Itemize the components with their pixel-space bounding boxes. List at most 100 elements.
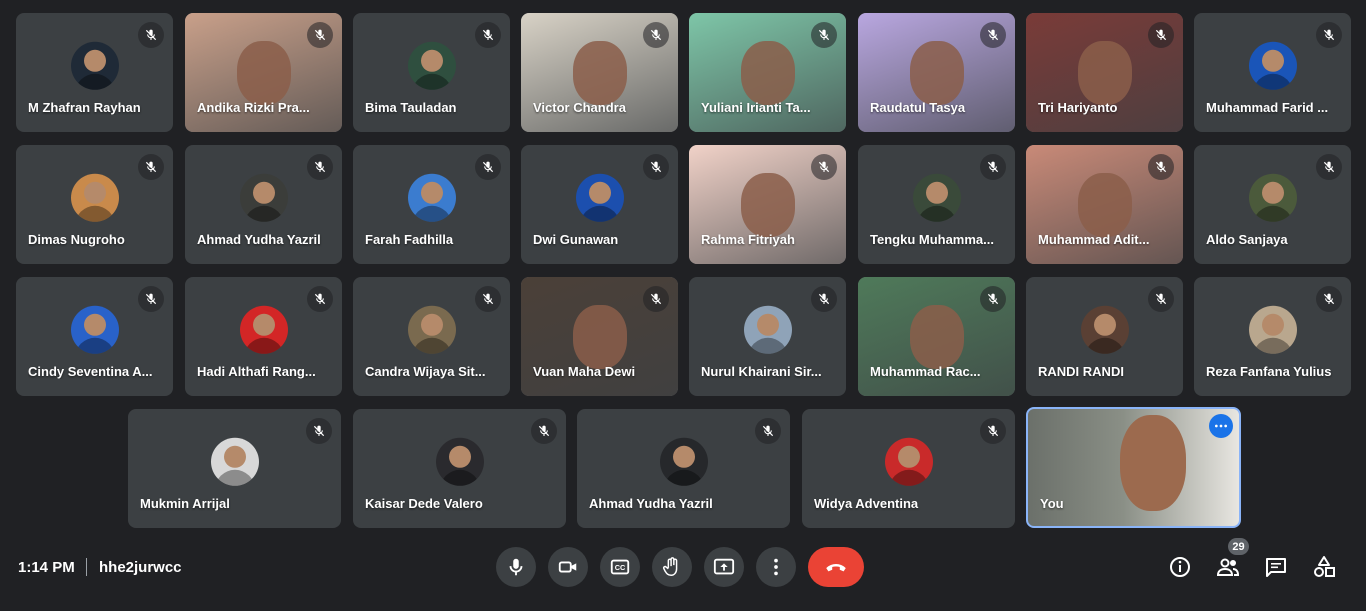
- participant-avatar: [1080, 305, 1129, 354]
- participant-name: Victor Chandra: [533, 100, 626, 115]
- muted-mic-icon: [643, 154, 669, 180]
- participant-tile[interactable]: RANDI RANDI: [1026, 277, 1183, 396]
- participant-tile[interactable]: Bima Tauladan: [353, 13, 510, 132]
- muted-mic-icon: [1148, 286, 1174, 312]
- meeting-details-button[interactable]: [1167, 554, 1193, 580]
- bottom-bar: 1:14 PM hhe2jurwcc CC 29: [0, 538, 1366, 611]
- participant-tile[interactable]: Rahma Fitriyah: [689, 145, 846, 264]
- chat-button[interactable]: [1263, 554, 1289, 580]
- participant-tile[interactable]: Muhammad Rac...: [858, 277, 1015, 396]
- participant-name: Ahmad Yudha Yazril: [197, 232, 321, 247]
- participant-grid: M Zhafran Rayhan Andika Rizki Pra... Bima …: [0, 0, 1366, 540]
- participant-face: [740, 172, 795, 237]
- participant-tile[interactable]: Tri Hariyanto: [1026, 13, 1183, 132]
- participant-face: [1077, 172, 1132, 237]
- participant-tile[interactable]: Dimas Nugroho: [16, 145, 173, 264]
- participant-avatar: [884, 437, 933, 486]
- participant-tile[interactable]: Andika Rizki Pra...: [185, 13, 342, 132]
- muted-mic-icon: [980, 286, 1006, 312]
- divider: [86, 558, 87, 576]
- participant-name: Rahma Fitriyah: [701, 232, 795, 247]
- muted-mic-icon: [755, 418, 781, 444]
- participant-name: Bima Tauladan: [365, 100, 457, 115]
- participant-tile[interactable]: Candra Wijaya Sit...: [353, 277, 510, 396]
- participant-avatar: [1248, 305, 1297, 354]
- people-button[interactable]: [1215, 554, 1241, 580]
- muted-mic-icon: [1316, 286, 1342, 312]
- participant-name: Dimas Nugroho: [28, 232, 125, 247]
- muted-mic-icon: [475, 154, 501, 180]
- participant-tile[interactable]: Vuan Maha Dewi: [521, 277, 678, 396]
- microphone-button[interactable]: [496, 547, 536, 587]
- participant-name: Aldo Sanjaya: [1206, 232, 1288, 247]
- muted-mic-icon: [138, 22, 164, 48]
- muted-mic-icon: [811, 22, 837, 48]
- participant-tile[interactable]: Victor Chandra: [521, 13, 678, 132]
- hang-up-icon: [826, 564, 846, 572]
- participant-name: Tengku Muhamma...: [870, 232, 994, 247]
- participant-name: Muhammad Adit...: [1038, 232, 1150, 247]
- participant-tile[interactable]: Farah Fadhilla: [353, 145, 510, 264]
- participant-tile[interactable]: Muhammad Farid ...: [1194, 13, 1351, 132]
- muted-mic-icon: [1148, 154, 1174, 180]
- participant-tile[interactable]: Muhammad Adit...: [1026, 145, 1183, 264]
- participant-tile[interactable]: Raudatul Tasya: [858, 13, 1015, 132]
- muted-mic-icon: [980, 154, 1006, 180]
- leave-call-button[interactable]: [808, 547, 864, 587]
- participant-tile[interactable]: Nurul Khairani Sir...: [689, 277, 846, 396]
- microphone-icon: [509, 558, 523, 576]
- muted-mic-icon: [980, 22, 1006, 48]
- participant-avatar: [239, 173, 288, 222]
- activities-button[interactable]: [1311, 554, 1337, 580]
- muted-mic-icon: [980, 418, 1006, 444]
- present-screen-button[interactable]: [704, 547, 744, 587]
- participant-tile[interactable]: Reza Fanfana Yulius: [1194, 277, 1351, 396]
- participant-name: RANDI RANDI: [1038, 364, 1124, 379]
- participant-tile[interactable]: Mukmin Arrijal: [128, 409, 341, 528]
- participant-name: Farah Fadhilla: [365, 232, 454, 247]
- participant-tile[interactable]: Tengku Muhamma...: [858, 145, 1015, 264]
- participant-name: Hadi Althafi Rang...: [197, 364, 316, 379]
- activities-icon: [1314, 556, 1335, 577]
- participant-tile[interactable]: Yuliani Irianti Ta...: [689, 13, 846, 132]
- participant-tile[interactable]: M Zhafran Rayhan: [16, 13, 173, 132]
- participant-name: Yuliani Irianti Ta...: [701, 100, 811, 115]
- participant-count-badge: 29: [1228, 538, 1249, 555]
- participant-face: [236, 40, 291, 105]
- participant-face: [909, 304, 964, 369]
- participant-avatar: [239, 305, 288, 354]
- muted-mic-icon: [307, 22, 333, 48]
- participant-tile[interactable]: Kaisar Dede Valero: [353, 409, 566, 528]
- participant-tile[interactable]: Hadi Althafi Rang...: [185, 277, 342, 396]
- muted-mic-icon: [1316, 154, 1342, 180]
- participant-tile[interactable]: Ahmad Yudha Yazril: [185, 145, 342, 264]
- muted-mic-icon: [307, 154, 333, 180]
- raise-hand-button[interactable]: [652, 547, 692, 587]
- self-more-options-button[interactable]: [1209, 414, 1233, 438]
- muted-mic-icon: [811, 154, 837, 180]
- participant-name: Widya Adventina: [814, 496, 919, 511]
- participant-avatar: [407, 305, 456, 354]
- participant-avatar: [659, 437, 708, 486]
- participant-face: [572, 304, 627, 369]
- self-video-tile[interactable]: You: [1026, 407, 1241, 528]
- participant-name: Muhammad Farid ...: [1206, 100, 1329, 115]
- meeting-code: hhe2jurwcc: [99, 559, 182, 576]
- captions-button[interactable]: CC: [600, 547, 640, 587]
- participant-name: Nurul Khairani Sir...: [701, 364, 822, 379]
- participant-tile[interactable]: Ahmad Yudha Yazril: [577, 409, 790, 528]
- participant-tile[interactable]: Aldo Sanjaya: [1194, 145, 1351, 264]
- participant-tile[interactable]: Cindy Seventina A...: [16, 277, 173, 396]
- self-name: You: [1040, 496, 1064, 511]
- muted-mic-icon: [138, 286, 164, 312]
- camera-button[interactable]: [548, 547, 588, 587]
- more-options-button[interactable]: [756, 547, 796, 587]
- participant-tile[interactable]: Widya Adventina: [802, 409, 1015, 528]
- participant-avatar: [210, 437, 259, 486]
- participant-tile[interactable]: Dwi Gunawan: [521, 145, 678, 264]
- muted-mic-icon: [307, 286, 333, 312]
- people-icon: [1216, 558, 1240, 576]
- more-options-icon: [774, 558, 778, 576]
- participant-name: Tri Hariyanto: [1038, 100, 1118, 115]
- participant-avatar: [435, 437, 484, 486]
